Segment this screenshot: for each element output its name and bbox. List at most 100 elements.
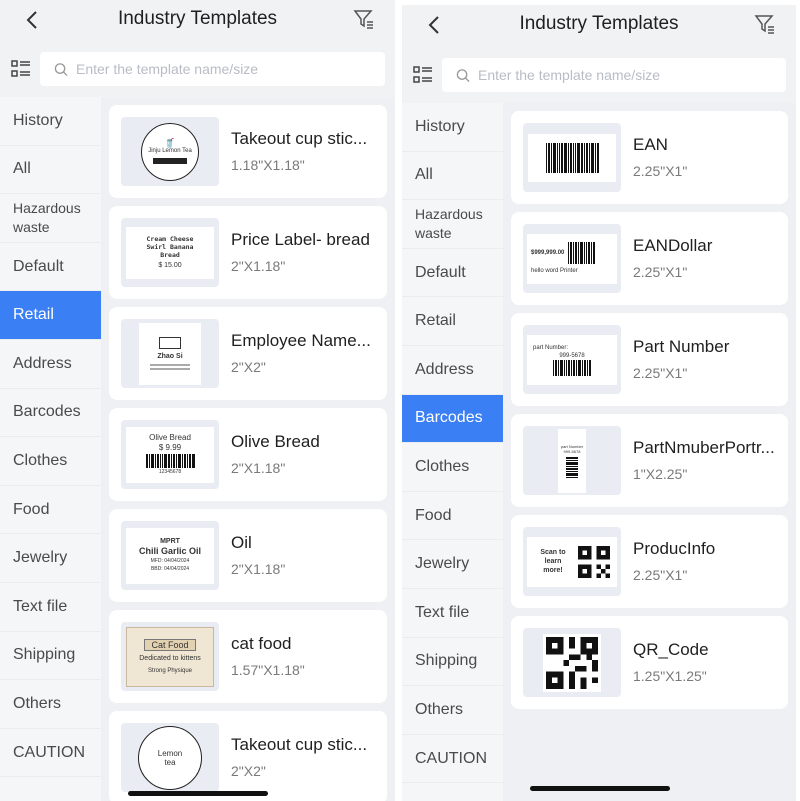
thumb-code: 12345678 <box>158 468 182 475</box>
list-view-icon[interactable] <box>10 58 32 80</box>
thumb-price: $ 9.99 <box>158 442 182 452</box>
template-size: 2"X2" <box>231 763 266 779</box>
thumb-sub: Dedicated to kittens <box>139 654 201 662</box>
template-size: 1.18"X1.18" <box>231 157 305 173</box>
template-size: 2.25"X1" <box>633 567 688 583</box>
sidebar-item-default[interactable]: Default <box>0 242 101 292</box>
list-view-icon[interactable] <box>412 64 434 86</box>
thumb-price: $999,999.00 <box>531 250 565 256</box>
category-sidebar: History All Hazardous waste Default Reta… <box>0 97 101 801</box>
thumb-text: hello word Printer <box>531 268 578 274</box>
sidebar-item-history[interactable]: History <box>402 103 503 152</box>
template-size: 2.25"X1" <box>633 365 688 381</box>
template-thumbnail: Lemon tea <box>121 723 219 792</box>
sidebar-item-shipping[interactable]: Shipping <box>402 637 503 687</box>
sidebar-item-clothes[interactable]: Clothes <box>402 443 503 492</box>
template-name: Olive Bread <box>231 432 320 451</box>
filter-button[interactable] <box>351 6 377 32</box>
template-thumbnail: Zhao Si <box>121 319 219 388</box>
template-card[interactable]: part Number 999-5678 PartNmuberPortr... … <box>511 414 788 507</box>
header: Industry Templates <box>402 5 796 45</box>
template-thumbnail: Olive Bread $ 9.99 12345678 <box>121 420 219 489</box>
template-size: 1.25"X1.25" <box>633 668 707 684</box>
template-card[interactable]: 🥤 Jinju Lemon Tea Takeout cup stic... 1.… <box>109 105 387 198</box>
template-thumbnail <box>523 628 621 697</box>
sidebar-item-all[interactable]: All <box>0 145 101 195</box>
thumb-text: Jinju Lemon Tea <box>148 148 192 154</box>
template-thumbnail: $999,999.00 hello word Printer <box>523 224 621 293</box>
template-name: Price Label- bread <box>231 230 370 249</box>
filter-button[interactable] <box>752 11 778 37</box>
search-input[interactable] <box>478 67 786 83</box>
template-list: 🥤 Jinju Lemon Tea Takeout cup stic... 1.… <box>101 97 395 801</box>
template-card[interactable]: Cat Food Dedicated to kittens Strong Phy… <box>109 610 387 703</box>
template-card[interactable]: EAN 2.25"X1" <box>511 111 788 204</box>
sidebar-item-address[interactable]: Address <box>402 345 503 395</box>
template-thumbnail: Cat Food Dedicated to kittens Strong Phy… <box>121 622 219 691</box>
sidebar-item-barcodes[interactable]: Barcodes <box>402 394 503 444</box>
template-card[interactable]: $999,999.00 hello word Printer EANDollar… <box>511 212 788 305</box>
qr-code-icon <box>546 636 598 689</box>
sidebar-item-address[interactable]: Address <box>0 339 101 389</box>
search-box[interactable] <box>40 52 385 86</box>
sidebar-item-hazardous-waste[interactable]: Hazardous waste <box>402 200 503 249</box>
search-box[interactable] <box>442 58 786 92</box>
template-card[interactable]: MPRT Chili Garlic Oil MFD: 04/04/2024 BB… <box>109 509 387 602</box>
template-thumbnail: MPRT Chili Garlic Oil MFD: 04/04/2024 BB… <box>121 521 219 590</box>
sidebar-item-history[interactable]: History <box>0 97 101 146</box>
sidebar-item-others[interactable]: Others <box>402 686 503 735</box>
template-card[interactable]: Cream Cheese Swirl Banana Bread $ 15.00 … <box>109 206 387 299</box>
template-size: 2.25"X1" <box>633 264 688 280</box>
header: Industry Templates <box>0 0 395 40</box>
template-card[interactable]: Olive Bread $ 9.99 12345678 Olive Bread … <box>109 408 387 501</box>
thumb-text: Zhao Si <box>157 353 183 360</box>
thumb-mfd: MFD: 04/04/2024 <box>150 558 190 564</box>
thumb-foot: Strong Physique <box>147 667 193 674</box>
sidebar-item-text-file[interactable]: Text file <box>402 588 503 638</box>
sidebar-item-caution[interactable]: CAUTION <box>402 734 503 784</box>
search-input[interactable] <box>76 61 385 77</box>
sidebar-item-clothes[interactable]: Clothes <box>0 437 101 486</box>
sidebar-item-jewelry[interactable]: Jewelry <box>402 540 503 589</box>
template-size: 1"X2.25" <box>633 466 688 482</box>
template-thumbnail: 🥤 Jinju Lemon Tea <box>121 117 219 186</box>
sidebar-item-food[interactable]: Food <box>0 485 101 535</box>
template-size: 2"X1.18" <box>231 258 286 274</box>
thumb-text: Cat Food <box>144 638 196 651</box>
template-card[interactable]: Scan to learn more! ProducInfo 2.25"X1" <box>511 515 788 608</box>
template-list: EAN 2.25"X1" $999,999.00 hello word Prin… <box>503 103 796 801</box>
sidebar-item-retail[interactable]: Retail <box>0 291 101 340</box>
thumb-text: Scan to learn more! <box>540 549 566 574</box>
sidebar-item-food[interactable]: Food <box>402 491 503 541</box>
template-card[interactable]: Zhao Si Employee Name... 2"X2" <box>109 307 387 400</box>
sidebar-item-jewelry[interactable]: Jewelry <box>0 534 101 583</box>
sidebar-item-caution[interactable]: CAUTION <box>0 728 101 778</box>
template-name: EAN <box>633 135 668 154</box>
search-icon <box>54 62 68 76</box>
template-card[interactable]: Lemon tea Takeout cup stic... 2"X2" <box>109 711 387 801</box>
sidebar-item-barcodes[interactable]: Barcodes <box>0 388 101 438</box>
sidebar-item-shipping[interactable]: Shipping <box>0 631 101 681</box>
template-card[interactable]: part Number: 999-5678 Part Number 2.25"X… <box>511 313 788 406</box>
sidebar-item-others[interactable]: Others <box>0 680 101 729</box>
home-indicator <box>530 786 670 791</box>
thumb-text: Cream Cheese Swirl Banana Bread <box>146 235 194 259</box>
template-size: 2.25"X1" <box>633 163 688 179</box>
template-thumbnail: Cream Cheese Swirl Banana Bread $ 15.00 <box>121 218 219 287</box>
page-title: Industry Templates <box>117 8 278 29</box>
thumb-text: Olive Bread <box>149 432 191 442</box>
template-name: EANDollar <box>633 236 713 255</box>
template-card[interactable]: QR_Code 1.25"X1.25" <box>511 616 788 709</box>
left-screen: Industry Templates History All Hazardous… <box>0 0 395 801</box>
sidebar-item-all[interactable]: All <box>402 151 503 201</box>
sidebar-item-default[interactable]: Default <box>402 248 503 298</box>
template-name: PartNmuberPortr... <box>633 438 775 457</box>
page-title: Industry Templates <box>519 13 679 34</box>
thumb-code: 999-5678 <box>563 448 581 454</box>
sidebar-item-retail[interactable]: Retail <box>402 297 503 346</box>
search-icon <box>456 68 470 82</box>
category-sidebar: History All Hazardous waste Default Reta… <box>402 103 503 801</box>
template-size: 2"X1.18" <box>231 561 286 577</box>
sidebar-item-text-file[interactable]: Text file <box>0 582 101 632</box>
sidebar-item-hazardous-waste[interactable]: Hazardous waste <box>0 194 101 243</box>
